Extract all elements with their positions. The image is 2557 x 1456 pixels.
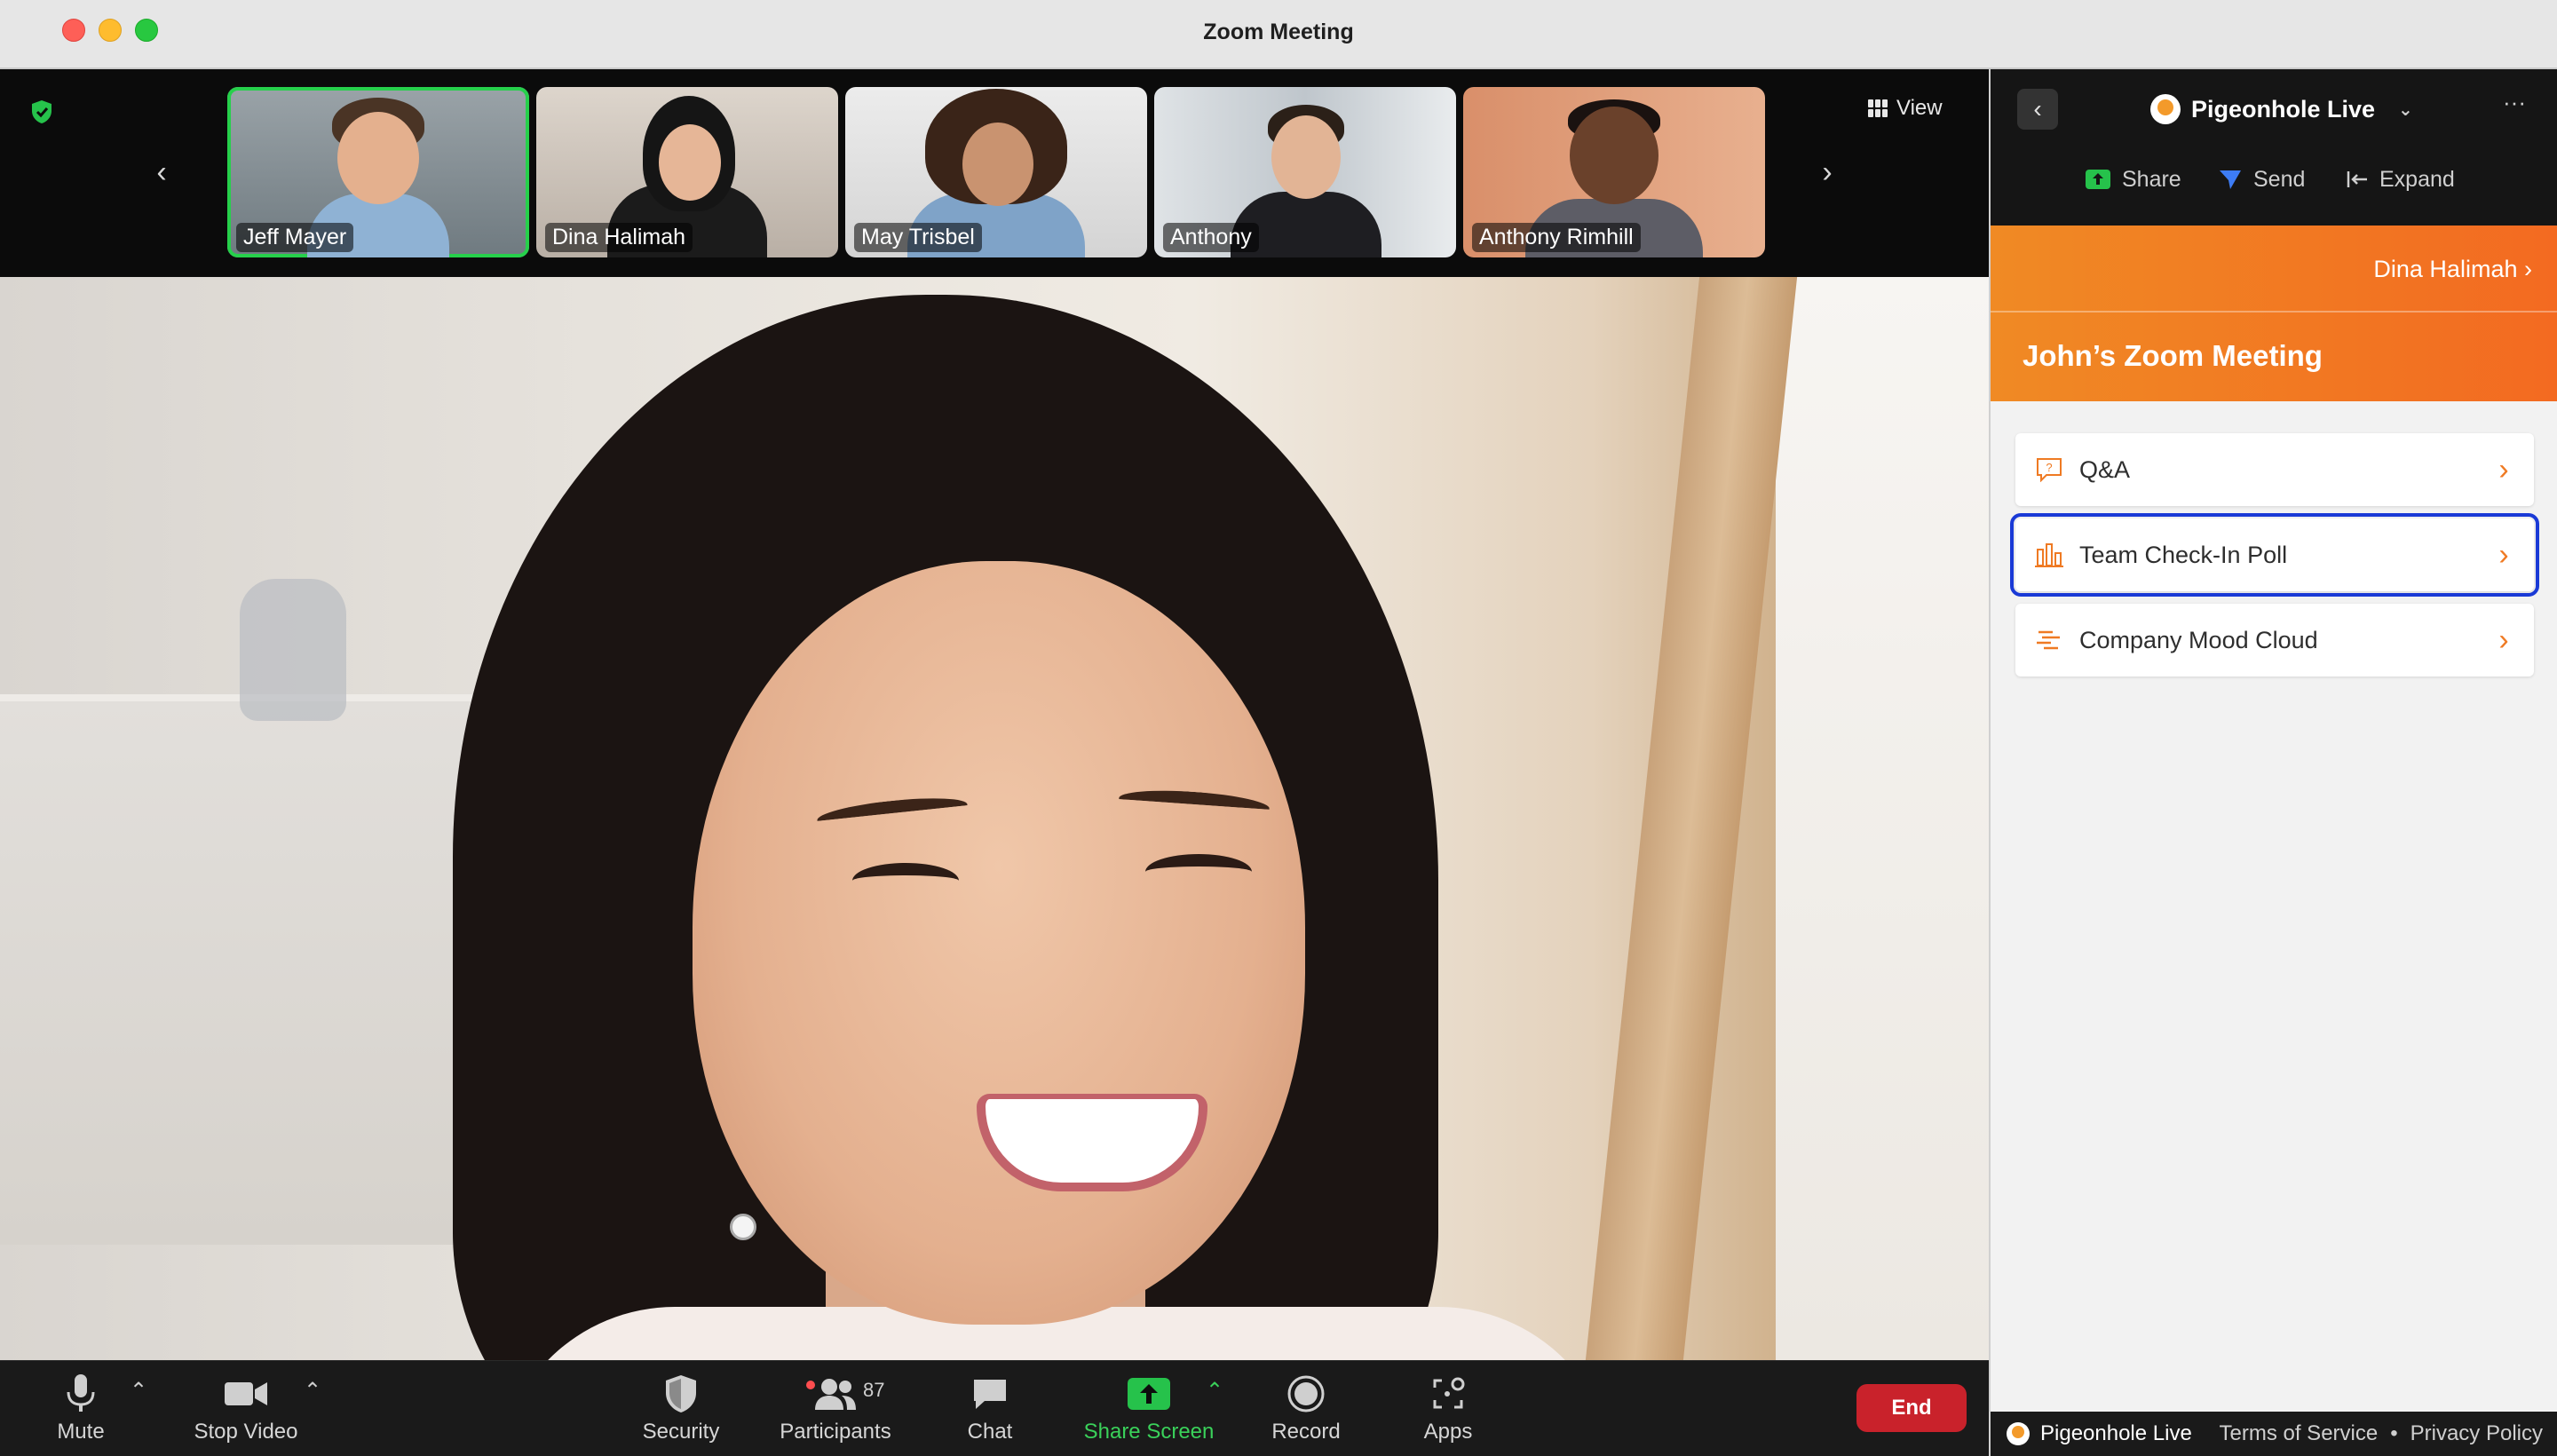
security-button[interactable]: Security: [614, 1370, 748, 1452]
footer-brand: Pigeonhole Live: [2040, 1421, 2192, 1445]
security-shield-icon: [656, 1370, 706, 1418]
share-arrow-icon: [2086, 170, 2110, 189]
grid-view-icon: [1868, 99, 1888, 117]
panel-header: ‹ Pigeonhole Live ⌄ ··· Share Send Expan…: [1991, 69, 2557, 226]
send-icon: [2220, 170, 2241, 189]
title-bar: Zoom Meeting: [0, 0, 2557, 69]
participant-tile[interactable]: May Trisbel: [845, 87, 1147, 257]
participant-filmstrip: ‹ Jeff Mayer Dina Halimah May Trisbel An…: [0, 69, 1989, 277]
participant-name: Dina Halimah: [545, 223, 693, 252]
share-screen-button[interactable]: Share Screen: [1082, 1370, 1215, 1452]
chat-button[interactable]: Chat: [923, 1370, 1057, 1452]
poll-bars-icon: [2031, 537, 2067, 573]
participant-name: May Trisbel: [854, 223, 982, 252]
panel-actions: Share Send Expand: [1991, 160, 2557, 199]
meeting-toolbar: Mute ⌃ Stop Video ⌃ Security Participant…: [0, 1360, 1989, 1456]
record-button[interactable]: Record: [1239, 1370, 1373, 1452]
participant-name: Jeff Mayer: [236, 223, 354, 252]
terms-of-service-link[interactable]: Terms of Service: [2220, 1421, 2379, 1446]
back-button[interactable]: ‹: [2017, 89, 2058, 130]
audio-options-caret[interactable]: ⌃: [128, 1381, 149, 1402]
share-app-button[interactable]: Share: [2085, 160, 2181, 199]
participant-name: Anthony: [1163, 223, 1259, 252]
app-switcher[interactable]: Pigeonhole Live ⌄: [2150, 89, 2413, 130]
participant-name: Anthony Rimhill: [1472, 223, 1641, 252]
encryption-shield-icon[interactable]: [30, 99, 53, 124]
session-item-label: Q&A: [2079, 455, 2131, 483]
chevron-left-icon: ‹: [2033, 95, 2042, 123]
share-screen-icon: [1124, 1370, 1174, 1418]
participants-count: 87: [863, 1379, 885, 1401]
pigeonhole-logo-icon: [2007, 1422, 2030, 1445]
chevron-down-icon: ⌄: [2398, 99, 2413, 120]
stop-video-button[interactable]: Stop Video: [179, 1370, 313, 1452]
record-icon: [1281, 1370, 1331, 1418]
participant-tile[interactable]: Jeff Mayer: [227, 87, 529, 257]
microphone-icon: [56, 1370, 106, 1418]
session-item-company-mood-cloud[interactable]: Company Mood Cloud ›: [2015, 604, 2534, 677]
end-meeting-button[interactable]: End: [1856, 1384, 1967, 1432]
participant-tile[interactable]: Dina Halimah: [536, 87, 838, 257]
session-item-team-check-in-poll[interactable]: Team Check-In Poll ›: [2010, 513, 2539, 597]
view-button[interactable]: View: [1868, 92, 1943, 124]
app-name: Pigeonhole Live: [2191, 95, 2376, 123]
view-label: View: [1896, 96, 1943, 120]
current-user-link[interactable]: Dina Halimah ›: [2373, 256, 2532, 283]
event-banner: Dina Halimah › John’s Zoom Meeting: [1991, 226, 2557, 401]
session-item-qa[interactable]: ? Q&A ›: [2015, 433, 2534, 506]
filmstrip-prev-arrow[interactable]: ‹: [149, 156, 174, 188]
share-options-caret[interactable]: ⌃: [1204, 1381, 1225, 1402]
session-item-label: Team Check-In Poll: [2079, 541, 2288, 568]
participant-tile[interactable]: Anthony Rimhill: [1463, 87, 1765, 257]
chevron-right-icon: ›: [2498, 622, 2509, 657]
qa-icon: ?: [2031, 452, 2067, 487]
footer-separator: •: [2390, 1421, 2398, 1445]
banner-divider: [1991, 311, 2557, 313]
expand-app-button[interactable]: Expand: [2346, 160, 2455, 199]
participants-icon: [811, 1370, 860, 1418]
send-app-button[interactable]: Send: [2218, 160, 2305, 199]
apps-button[interactable]: Apps: [1381, 1370, 1515, 1452]
apps-icon: [1423, 1370, 1473, 1418]
pigeonhole-logo-icon: [2150, 94, 2181, 124]
event-title: John’s Zoom Meeting: [2023, 339, 2323, 372]
session-item-label: Company Mood Cloud: [2079, 626, 2318, 653]
word-cloud-icon: [2031, 622, 2067, 658]
svg-text:?: ?: [2046, 461, 2052, 474]
participants-alert-dot: [806, 1381, 815, 1389]
video-camera-icon: [221, 1370, 271, 1418]
active-speaker-video: [0, 277, 1989, 1360]
panel-footer: Pigeonhole Live Terms of Service • Priva…: [1991, 1412, 2557, 1456]
participant-tile[interactable]: Anthony: [1154, 87, 1456, 257]
more-options-icon[interactable]: ···: [2497, 89, 2532, 124]
chevron-right-icon: ›: [2498, 537, 2509, 572]
window-title: Zoom Meeting: [1203, 20, 1354, 44]
privacy-policy-link[interactable]: Privacy Policy: [2411, 1421, 2543, 1446]
expand-icon: [2347, 171, 2367, 187]
chevron-right-icon: ›: [2524, 256, 2532, 282]
chevron-right-icon: ›: [2498, 452, 2509, 487]
app-side-panel: ‹ Pigeonhole Live ⌄ ··· Share Send Expan…: [1989, 69, 2557, 1456]
filmstrip-next-arrow[interactable]: ›: [1815, 156, 1840, 188]
chat-bubble-icon: [965, 1370, 1015, 1418]
video-options-caret[interactable]: ⌃: [302, 1381, 323, 1402]
